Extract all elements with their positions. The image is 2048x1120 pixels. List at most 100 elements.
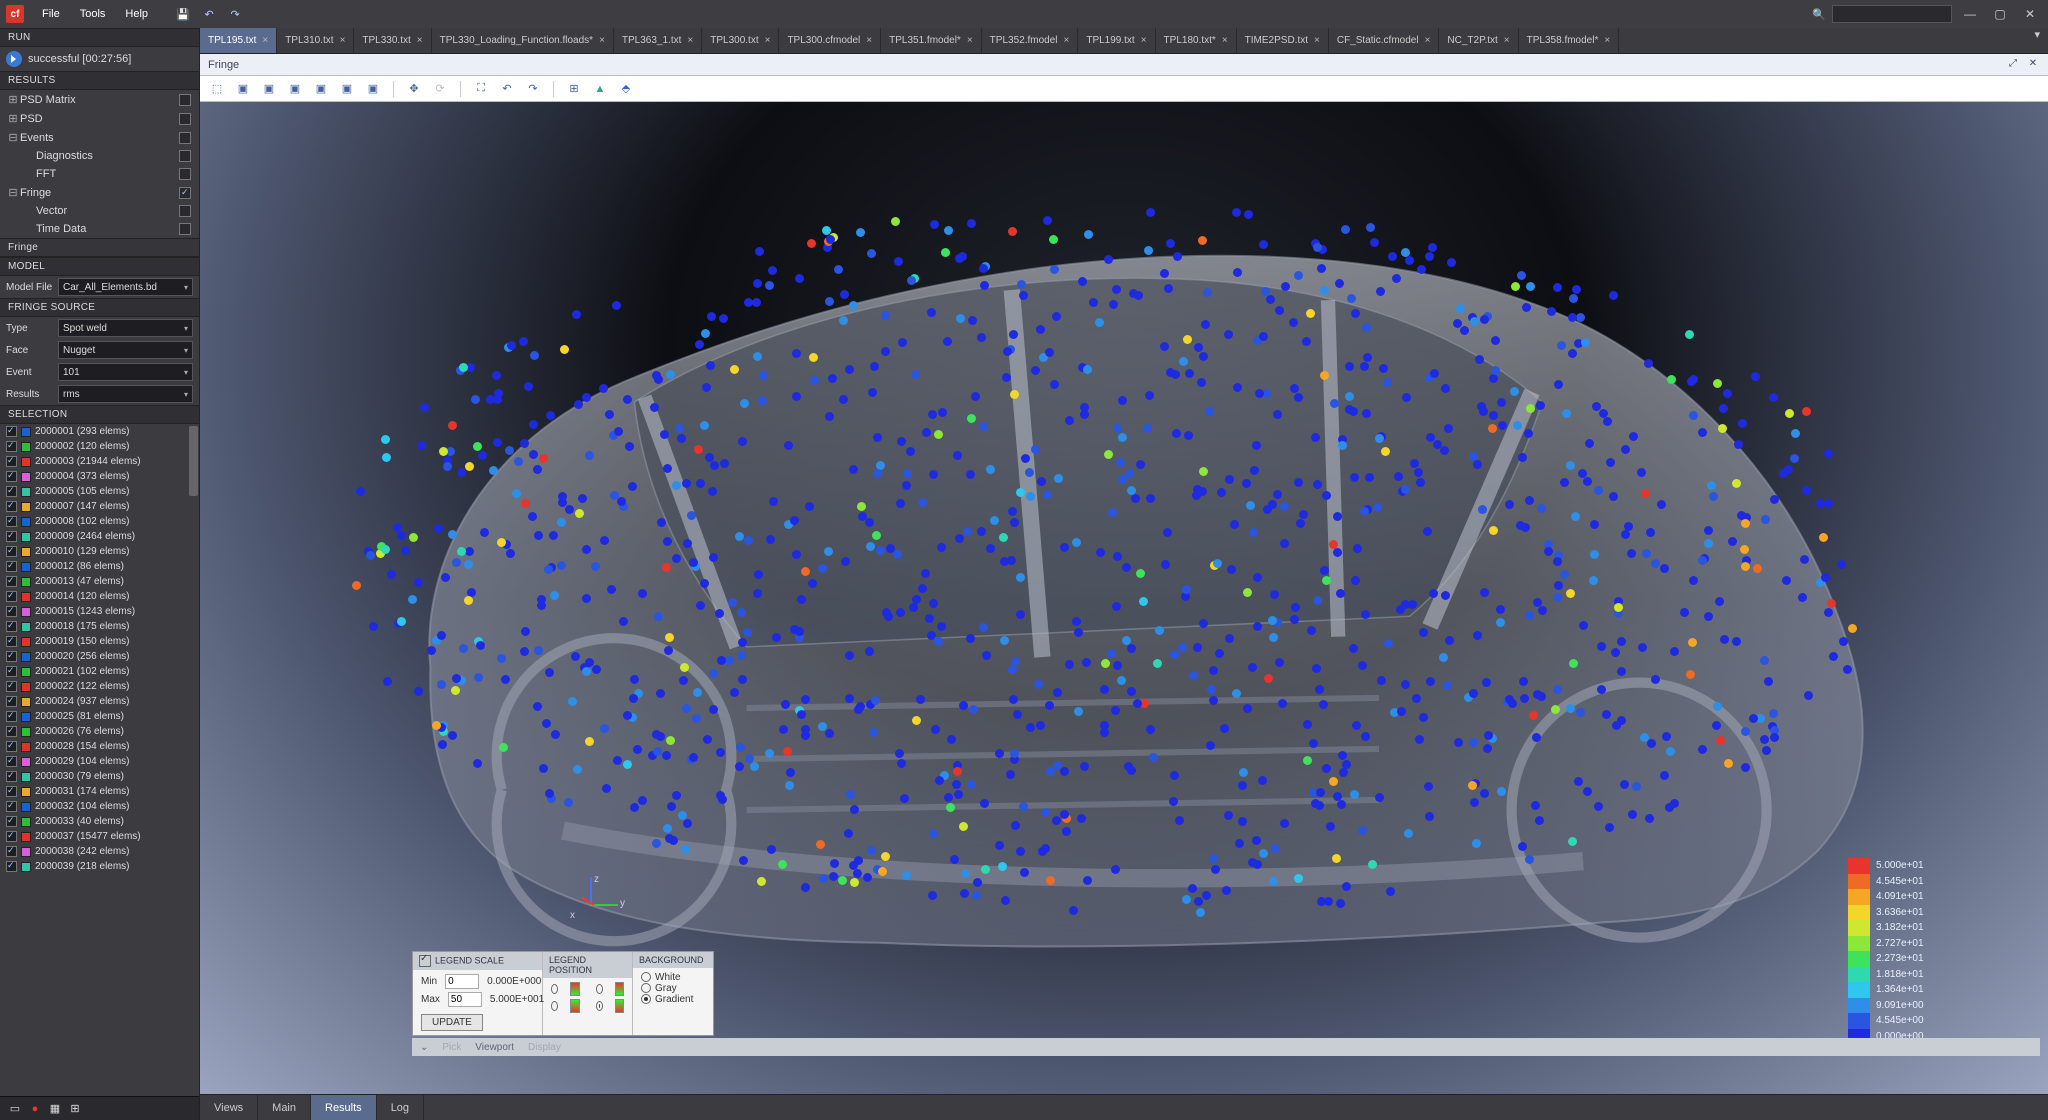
selection-checkbox[interactable] [6,741,17,752]
selection-checkbox[interactable] [6,816,17,827]
tab-close-icon[interactable]: × [340,35,346,46]
search-input[interactable] [1832,5,1952,23]
tab-close-icon[interactable]: × [866,35,872,46]
bg-gradient-radio[interactable] [641,994,651,1004]
tab-close-icon[interactable]: × [1604,35,1610,46]
selection-item[interactable]: 2000008 (102 elems) [0,514,199,529]
tab-close-icon[interactable]: × [687,35,693,46]
results-row[interactable]: ⊟Events [0,128,199,147]
selection-checkbox[interactable] [6,546,17,557]
selection-item[interactable]: 2000030 (79 elems) [0,769,199,784]
selection-item[interactable]: 2000024 (937 elems) [0,694,199,709]
footer-display[interactable]: Display [528,1042,561,1053]
fringe-event-select[interactable]: 101 [58,363,193,381]
zoom-box-icon[interactable]: ⛶ [472,80,490,98]
bg-gray-radio[interactable] [641,983,651,993]
selection-item[interactable]: 2000039 (218 elems) [0,859,199,874]
selection-checkbox[interactable] [6,771,17,782]
legend-scale-checkbox[interactable] [419,955,431,967]
selection-item[interactable]: 2000004 (373 elems) [0,469,199,484]
selection-checkbox[interactable] [6,516,17,527]
results-row[interactable]: Time Data [0,220,199,238]
file-tab[interactable]: TPL300.cfmodel× [779,28,881,53]
minimize-button[interactable]: — [1958,7,1982,21]
search-icon[interactable]: 🔍 [1810,5,1828,23]
grid-icon[interactable]: ⊞ [565,80,583,98]
selection-checkbox[interactable] [6,651,17,662]
results-checkbox[interactable] [179,113,191,125]
file-tab[interactable]: TPL330_Loading_Function.floads*× [432,28,614,53]
selection-scrollbar[interactable] [189,426,198,496]
file-tab[interactable]: TPL195.txt× [200,28,277,53]
selection-checkbox[interactable] [6,576,17,587]
selection-checkbox[interactable] [6,606,17,617]
file-tab[interactable]: NC_T2P.txt× [1439,28,1518,53]
fringe-type-select[interactable]: Spot weld [58,319,193,337]
selection-checkbox[interactable] [6,426,17,437]
close-button[interactable]: ✕ [2018,7,2042,21]
file-tab[interactable]: TPL330.txt× [354,28,431,53]
selection-item[interactable]: 2000022 (122 elems) [0,679,199,694]
selection-item[interactable]: 2000025 (81 elems) [0,709,199,724]
tab-close-icon[interactable]: × [1222,35,1228,46]
selection-item[interactable]: 2000019 (150 elems) [0,634,199,649]
tab-close-icon[interactable]: × [262,35,268,46]
tabs-overflow-icon[interactable]: ▾ [2026,28,2048,53]
footer-viewport[interactable]: Viewport [475,1042,514,1053]
file-tab[interactable]: TPL300.txt× [702,28,779,53]
run-status-row[interactable]: successful [00:27:56] [0,47,199,71]
rotate-icon[interactable]: ⟳ [431,80,449,98]
view-back-icon[interactable]: ▣ [260,80,278,98]
selection-item[interactable]: 2000037 (15477 elems) [0,829,199,844]
file-tab[interactable]: CF_Static.cfmodel× [1329,28,1440,53]
file-tab[interactable]: TPL180.txt*× [1156,28,1237,53]
selection-item[interactable]: 2000018 (175 elems) [0,619,199,634]
selection-checkbox[interactable] [6,501,17,512]
tab-close-icon[interactable]: × [967,35,973,46]
results-row[interactable]: ⊞PSD Matrix [0,90,199,109]
selection-checkbox[interactable] [6,861,17,872]
file-tab[interactable]: TPL351.fmodel*× [881,28,982,53]
file-tab[interactable]: TPL199.txt× [1078,28,1155,53]
selection-item[interactable]: 2000020 (256 elems) [0,649,199,664]
selection-checkbox[interactable] [6,666,17,677]
view-bottom-icon[interactable]: ▣ [364,80,382,98]
legend-update-button[interactable]: UPDATE [421,1014,483,1031]
tab-close-icon[interactable]: × [1064,35,1070,46]
bg-white-radio[interactable] [641,972,651,982]
selection-checkbox[interactable] [6,531,17,542]
selection-checkbox[interactable] [6,726,17,737]
selection-item[interactable]: 2000028 (154 elems) [0,739,199,754]
selection-item[interactable]: 2000032 (104 elems) [0,799,199,814]
legend-pos-tr-radio[interactable] [596,984,603,994]
selection-item[interactable]: 2000033 (40 elems) [0,814,199,829]
bottom-tab-results[interactable]: Results [311,1095,377,1120]
view-left-icon[interactable]: ▣ [286,80,304,98]
viewport-expand-icon[interactable]: ⤢ [2006,58,2020,72]
tab-close-icon[interactable]: × [1425,35,1431,46]
results-checkbox[interactable] [179,223,191,235]
selection-item[interactable]: 2000026 (76 elems) [0,724,199,739]
bottom-tab-main[interactable]: Main [258,1095,311,1120]
selection-checkbox[interactable] [6,681,17,692]
undo-icon[interactable]: ↶ [200,5,218,23]
selection-item[interactable]: 2000003 (21944 elems) [0,454,199,469]
file-tab[interactable]: TPL310.txt× [277,28,354,53]
save-icon[interactable]: 💾 [174,5,192,23]
file-tab[interactable]: TPL352.fmodel× [982,28,1079,53]
bottom-tab-log[interactable]: Log [377,1095,424,1120]
tab-close-icon[interactable]: × [599,35,605,46]
selection-item[interactable]: 2000038 (242 elems) [0,844,199,859]
file-tab[interactable]: TPL363_1.txt× [614,28,702,53]
selection-checkbox[interactable] [6,441,17,452]
selection-checkbox[interactable] [6,486,17,497]
view-top-icon[interactable]: ▣ [338,80,356,98]
selection-item[interactable]: 2000021 (102 elems) [0,664,199,679]
results-row[interactable]: FFT [0,165,199,183]
selection-item[interactable]: 2000002 (120 elems) [0,439,199,454]
selection-checkbox[interactable] [6,636,17,647]
footer-expand-icon[interactable]: ⌄ [420,1042,428,1053]
results-row[interactable]: ⊞PSD [0,109,199,128]
view-mode-3-icon[interactable]: ▦ [48,1102,62,1116]
selection-checkbox[interactable] [6,846,17,857]
